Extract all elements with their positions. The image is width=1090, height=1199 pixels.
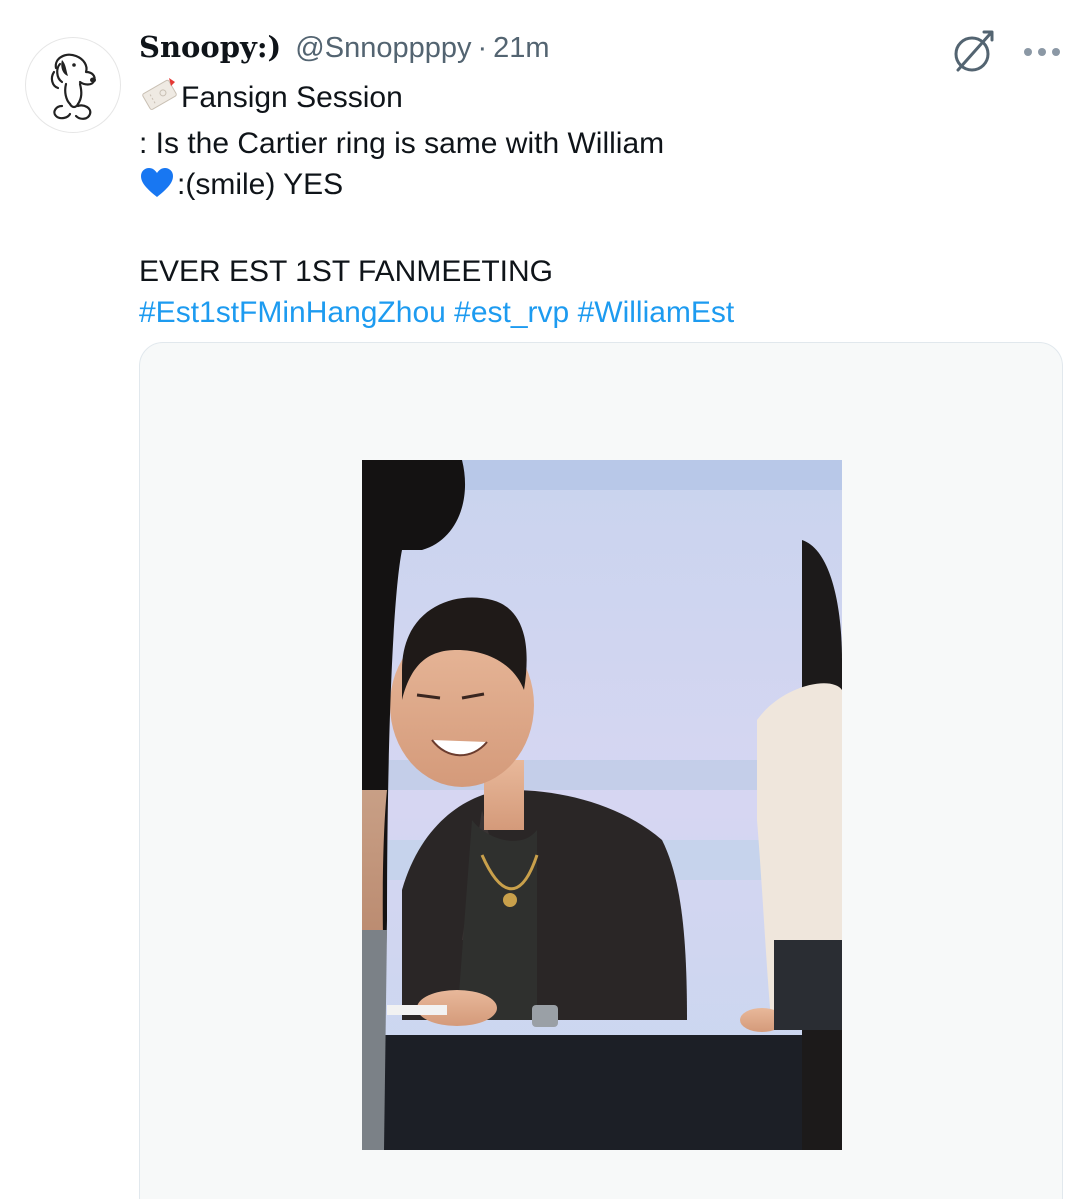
tweet-actions-top <box>948 28 1060 76</box>
tweet-line-3: :(smile) YES <box>139 164 1059 210</box>
author-display-name[interactable]: Snoopy:) <box>139 30 281 64</box>
blue-heart-emoji <box>139 167 175 210</box>
tweet[interactable]: Snoopy:) @Snnoppppy · 21m Fansign Sessio… <box>0 0 1090 1199</box>
hashtag-link[interactable]: #WilliamEst <box>578 296 735 329</box>
hashtag-list: #Est1stFMinHangZhou #est_rvp #WilliamEst <box>139 292 1059 333</box>
tweet-text: Fansign Session : Is the Cartier ring is… <box>139 76 1059 333</box>
tweet-timestamp[interactable]: 21m <box>493 32 549 65</box>
tweet-line-2: : Is the Cartier ring is same with Willi… <box>139 127 665 160</box>
hashtag-link[interactable]: #est_rvp <box>454 296 569 329</box>
tweet-photo[interactable] <box>362 460 842 1150</box>
tweet-line-1-text: Fansign Session <box>181 81 403 114</box>
tweet-line-4: EVER EST 1ST FANMEETING <box>139 255 553 288</box>
hashtag-link[interactable]: #Est1stFMinHangZhou <box>139 296 446 329</box>
tweet-line-spacer <box>139 210 1059 251</box>
tweet-line-3-text: :(smile) YES <box>177 168 344 201</box>
header-separator: · <box>477 32 488 64</box>
tweet-line-1: Fansign Session <box>139 76 1059 123</box>
media-card[interactable] <box>139 342 1063 1199</box>
snoopy-avatar-icon <box>50 53 96 120</box>
author-handle[interactable]: @Snnoppppy <box>295 32 471 65</box>
avatar[interactable] <box>25 37 121 133</box>
ticket-emoji <box>139 76 179 123</box>
tweet-header: Snoopy:) @Snnoppppy · 21m <box>139 30 550 76</box>
muted-icon[interactable] <box>948 28 996 76</box>
more-icon[interactable] <box>1024 48 1060 56</box>
